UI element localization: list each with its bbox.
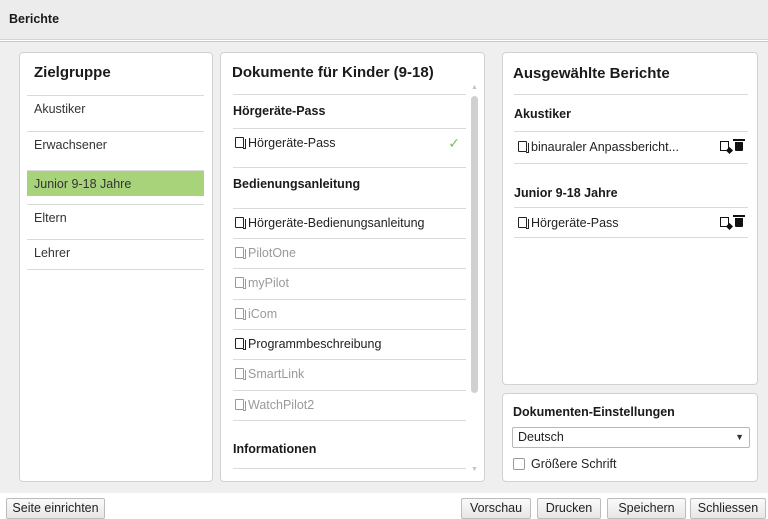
zielgruppe-item-lehrer[interactable]: Lehrer xyxy=(27,239,204,265)
doc-item-label: Programmbeschreibung xyxy=(248,337,382,351)
dokumente-panel: Dokumente für Kinder (9-18) Hörgeräte-Pa… xyxy=(220,52,485,482)
checkmark-icon: ✓ xyxy=(448,135,460,151)
section-heading-informationen: Informationen xyxy=(233,420,466,468)
document-icon xyxy=(235,308,246,320)
window-title: Berichte xyxy=(9,12,60,26)
selected-report-label: binauraler Anpassbericht... xyxy=(531,140,680,154)
scroll-thumb[interactable] xyxy=(471,96,478,393)
zielgruppe-item-label: Lehrer xyxy=(34,246,71,260)
list-divider xyxy=(27,269,204,270)
trash-icon[interactable] xyxy=(733,215,745,227)
selected-group-heading-junior: Junior 9-18 Jahre xyxy=(514,163,748,209)
doc-item-label: Hörgeräte-Pass xyxy=(248,136,336,150)
zielgruppe-item-erwachsener[interactable]: Erwachsener xyxy=(27,131,204,157)
doc-item-mypilot: myPilot xyxy=(233,268,466,297)
document-icon xyxy=(235,277,246,289)
document-icon xyxy=(235,399,246,411)
close-button[interactable]: Schliessen xyxy=(690,498,766,519)
doc-item-label: iCom xyxy=(248,307,278,321)
page-setup-button[interactable]: Seite einrichten xyxy=(6,498,105,519)
scroll-up-arrow-icon[interactable]: ▲ xyxy=(470,83,479,93)
dokumente-scrollbar[interactable]: ▲ ▼ xyxy=(470,83,479,475)
document-icon xyxy=(235,338,246,350)
zielgruppe-panel: Zielgruppe Akustiker Erwachsener Junior … xyxy=(19,52,213,482)
zielgruppe-item-label: Erwachsener xyxy=(34,138,107,152)
doc-item-hoergeraete-pass[interactable]: Hörgeräte-Pass ✓ xyxy=(233,128,466,157)
edit-document-icon[interactable] xyxy=(720,141,729,151)
list-divider xyxy=(514,237,748,238)
doc-item-label: myPilot xyxy=(248,276,289,290)
document-icon xyxy=(235,368,246,380)
doc-item-programmbeschreibung[interactable]: Programmbeschreibung xyxy=(233,329,466,358)
selected-report-item: Hörgeräte-Pass xyxy=(514,207,748,237)
document-icon xyxy=(235,217,246,229)
doc-item-label: WatchPilot2 xyxy=(248,398,315,412)
doc-item-smartlink: SmartLink xyxy=(233,359,466,388)
dokumente-title: Dokumente für Kinder (9-18) xyxy=(232,64,434,81)
zielgruppe-title: Zielgruppe xyxy=(34,64,111,81)
window-title-bar: Berichte xyxy=(0,0,768,40)
selected-report-item: binauraler Anpassbericht... xyxy=(514,131,748,161)
larger-font-checkbox-row[interactable]: Größere Schrift xyxy=(513,457,616,471)
document-icon xyxy=(518,217,529,229)
dialog-footer: Seite einrichten Vorschau Drucken Speich… xyxy=(0,493,768,519)
zielgruppe-item-eltern[interactable]: Eltern xyxy=(27,204,204,230)
doc-item-hoergeraete-bedienungsanleitung[interactable]: Hörgeräte-Bedienungsanleitung xyxy=(233,208,466,237)
ausgewaehlte-berichte-panel: Ausgewählte Berichte Akustiker binaurale… xyxy=(502,52,758,385)
document-icon xyxy=(235,137,246,149)
ausgewaehlte-berichte-title: Ausgewählte Berichte xyxy=(513,65,670,82)
larger-font-label: Größere Schrift xyxy=(531,457,617,471)
section-heading-bedienungsanleitung: Bedienungsanleitung xyxy=(233,167,466,201)
print-button[interactable]: Drucken xyxy=(537,498,601,519)
language-select-value: Deutsch xyxy=(518,430,564,444)
dropdown-arrow-icon: ▼ xyxy=(735,432,744,442)
save-button[interactable]: Speichern xyxy=(607,498,686,519)
edit-document-icon[interactable] xyxy=(720,217,729,227)
doc-item-icom: iCom xyxy=(233,299,466,328)
doc-item-label: PilotOne xyxy=(248,246,296,260)
einstellungen-title: Dokumenten-Einstellungen xyxy=(513,405,675,419)
selected-group-heading-akustiker: Akustiker xyxy=(514,94,748,128)
language-select[interactable]: Deutsch ▼ xyxy=(512,427,750,448)
doc-item-watchpilot2: WatchPilot2 xyxy=(233,390,466,419)
trash-icon[interactable] xyxy=(733,139,745,151)
selected-report-label: Hörgeräte-Pass xyxy=(531,216,619,230)
preview-button[interactable]: Vorschau xyxy=(461,498,531,519)
scroll-down-arrow-icon[interactable]: ▼ xyxy=(470,465,479,475)
document-icon xyxy=(518,141,529,153)
zielgruppe-item-label: Junior 9-18 Jahre xyxy=(34,177,132,191)
doc-item-pilotone: PilotOne xyxy=(233,238,466,267)
list-divider xyxy=(233,468,466,469)
doc-item-label: SmartLink xyxy=(248,367,305,381)
dokumenten-einstellungen-panel: Dokumenten-Einstellungen Deutsch ▼ Größe… xyxy=(502,393,758,482)
doc-item-label: Hörgeräte-Bedienungsanleitung xyxy=(248,216,425,230)
larger-font-checkbox[interactable] xyxy=(513,458,525,470)
zielgruppe-item-label: Akustiker xyxy=(34,102,86,116)
section-heading-hoergeraete-pass: Hörgeräte-Pass xyxy=(233,94,466,128)
document-icon xyxy=(235,247,246,259)
zielgruppe-item-junior[interactable]: Junior 9-18 Jahre xyxy=(27,170,204,196)
zielgruppe-item-label: Eltern xyxy=(34,211,67,225)
zielgruppe-item-akustiker[interactable]: Akustiker xyxy=(27,95,204,121)
